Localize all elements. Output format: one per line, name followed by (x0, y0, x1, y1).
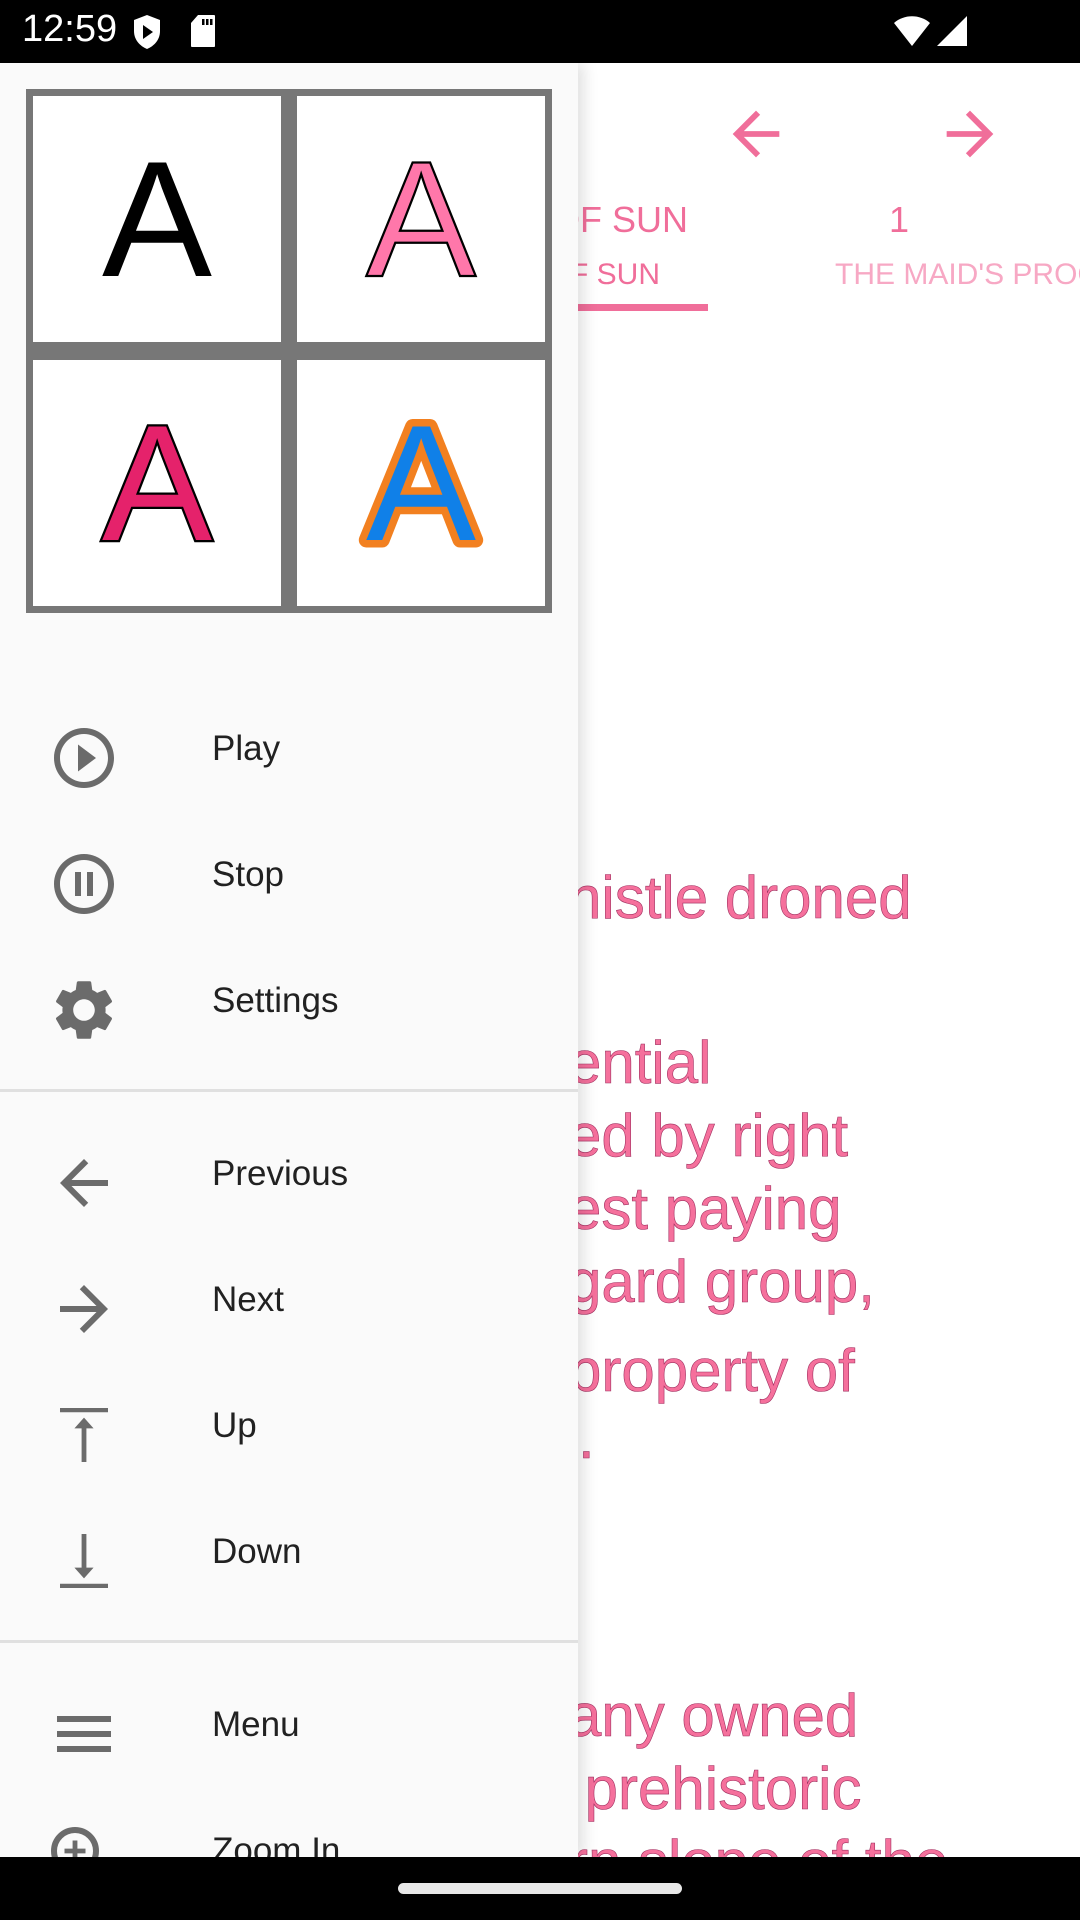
menu-item-label: Up (212, 1406, 257, 1445)
text-line: gard group, (568, 1248, 875, 1316)
menu-item-previous[interactable]: Previous (0, 1122, 578, 1232)
text-line: . (578, 1404, 595, 1472)
menu-item-play[interactable]: Play (0, 697, 578, 807)
menu-item-label: Play (212, 729, 281, 768)
previous-page-button[interactable] (721, 99, 791, 169)
text-line: any owned (568, 1682, 859, 1750)
svg-text:A: A (102, 408, 212, 558)
menu-item-zoom-in[interactable]: Zoom In (0, 1799, 578, 1857)
text-line: est paying (568, 1175, 842, 1243)
font-preview-pink-outlined[interactable]: A (297, 96, 545, 342)
font-style-preview-grid: A A A A (26, 89, 552, 613)
menu-item-next[interactable]: Next (0, 1248, 578, 1358)
navigation-drawer: A A A A Play Stop Settings Previous Next… (0, 63, 578, 1857)
gear-icon (55, 981, 113, 1039)
svg-text:A: A (366, 144, 476, 294)
menu-item-label: Next (212, 1280, 284, 1319)
next-page-button[interactable] (935, 99, 1005, 169)
menu-item-label: Settings (212, 981, 339, 1020)
svg-text:A: A (366, 408, 476, 558)
font-preview-crimson-outlined[interactable]: A (33, 360, 281, 606)
tab-indicator (560, 304, 708, 311)
zoom-in-icon (51, 1827, 99, 1857)
font-preview-blue-orange-outlined[interactable]: A (297, 360, 545, 606)
status-bar: 12:59 (0, 0, 1080, 63)
menu-item-stop[interactable]: Stop (0, 823, 578, 933)
arrow-left-icon (60, 1159, 108, 1207)
menu-item-label: Down (212, 1532, 302, 1571)
text-line: histle droned (568, 864, 912, 932)
tab-subtitle: F SUN (570, 258, 660, 291)
menu-item-label: Zoom In (212, 1831, 341, 1857)
arrow-up-to-top-icon (60, 1408, 108, 1462)
text-line: ed by right (568, 1102, 849, 1170)
text-line: property of (568, 1337, 855, 1405)
letter-a-icon: A (365, 144, 477, 294)
tab-subtitle: THE MAID'S PROC (835, 258, 1080, 291)
menu-item-menu[interactable]: Menu (0, 1673, 578, 1783)
menu-divider (0, 1089, 578, 1092)
play-circle-icon (54, 728, 114, 788)
font-preview-plain-black[interactable]: A (33, 96, 281, 342)
text-line: prehistoric (568, 1755, 862, 1823)
text-line: ential (568, 1029, 712, 1097)
letter-a-icon: A (358, 408, 483, 558)
home-gesture-handle[interactable] (398, 1883, 682, 1894)
cellular-signal-icon (937, 16, 967, 46)
sd-card-icon (191, 15, 215, 47)
menu-divider (0, 1640, 578, 1643)
menu-item-label: Stop (212, 855, 284, 894)
shield-play-icon (134, 15, 160, 49)
tab-title: 1 (889, 199, 910, 240)
status-time: 12:59 (22, 8, 118, 50)
letter-a-icon: A (100, 408, 215, 558)
menu-item-label: Menu (212, 1705, 300, 1744)
pause-circle-icon (54, 854, 114, 914)
arrow-down-to-bottom-icon (60, 1534, 108, 1588)
menu-item-settings[interactable]: Settings (0, 949, 578, 1059)
arrow-right-icon (60, 1285, 108, 1333)
letter-a-icon: A (102, 144, 212, 294)
wifi-icon (894, 16, 930, 46)
menu-item-down[interactable]: Down (0, 1500, 578, 1610)
svg-text:A: A (102, 144, 212, 294)
menu-item-up[interactable]: Up (0, 1374, 578, 1484)
system-navigation-bar (0, 1857, 1080, 1920)
menu-item-label: Previous (212, 1154, 349, 1193)
hamburger-menu-icon (57, 1716, 111, 1752)
